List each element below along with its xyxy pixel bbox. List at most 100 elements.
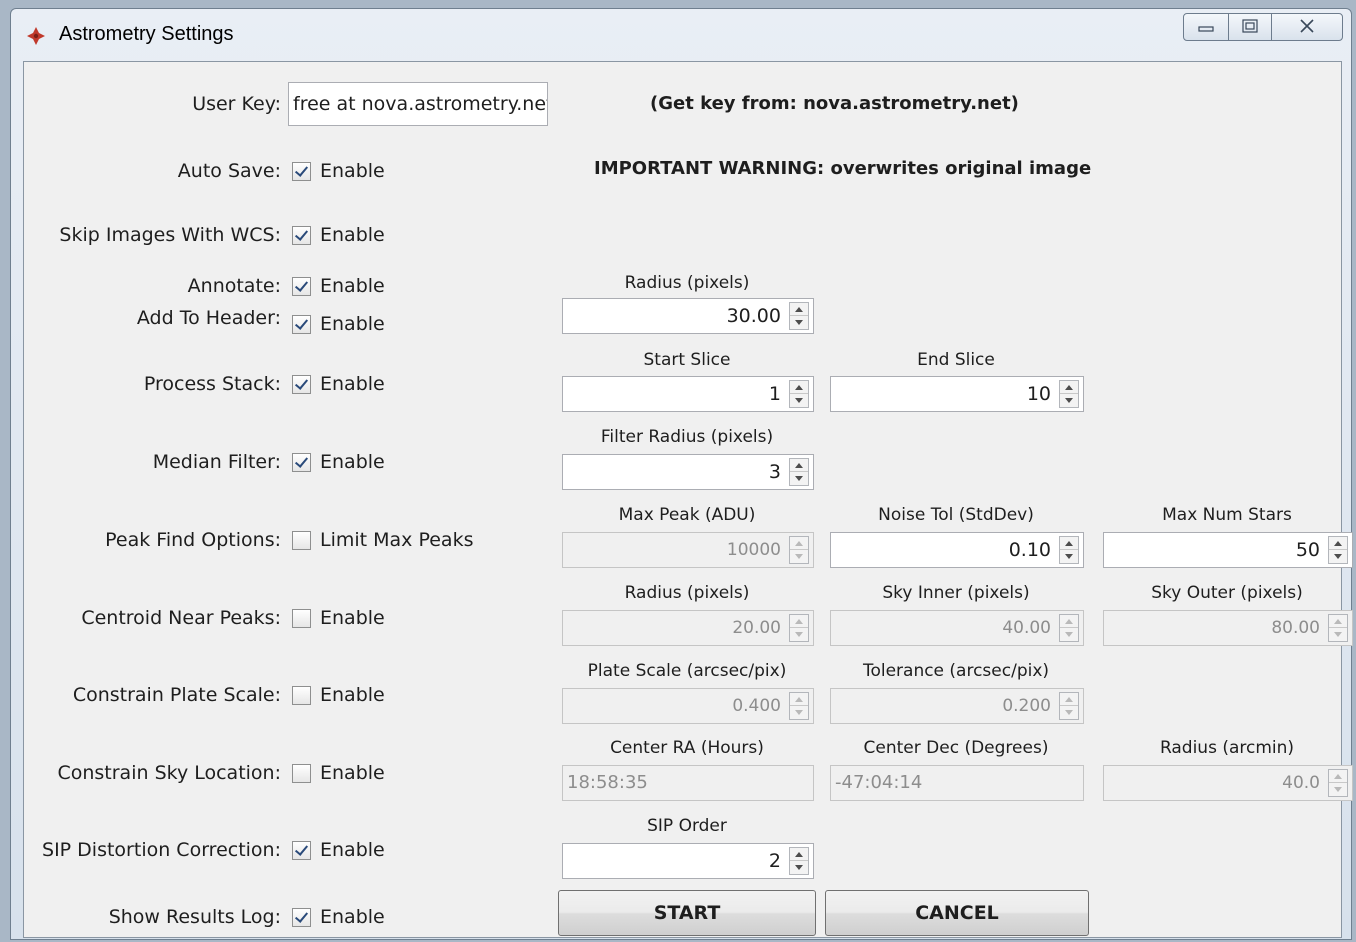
- noise-tol-title: Noise Tol (StdDev): [878, 505, 1034, 525]
- spinner-up-icon[interactable]: [790, 693, 808, 706]
- spinner-up-icon[interactable]: [1329, 615, 1347, 628]
- max-stars-value[interactable]: 50: [1108, 533, 1320, 567]
- sip-checkbox-label[interactable]: Enable: [320, 838, 385, 862]
- spinner-down-icon[interactable]: [790, 394, 808, 407]
- sip-order-spinner[interactable]: 2: [562, 843, 814, 879]
- spinner-down-icon[interactable]: [1329, 628, 1347, 641]
- process-stack-checkbox[interactable]: [292, 375, 311, 394]
- sip-checkbox[interactable]: [292, 841, 311, 860]
- noise-tol-spinner[interactable]: 0.10: [830, 532, 1084, 568]
- sky-inner-spinner[interactable]: 40.00: [830, 610, 1084, 646]
- plate-scale-spinner[interactable]: 0.400: [562, 688, 814, 724]
- sky-radius-value[interactable]: 40.0: [1108, 766, 1320, 800]
- spinner-up-icon[interactable]: [790, 303, 808, 316]
- add-header-checkbox-label[interactable]: Enable: [320, 312, 385, 336]
- noise-tol-value[interactable]: 0.10: [835, 533, 1051, 567]
- plate-scale-label: Constrain Plate Scale:: [72, 684, 281, 706]
- median-filter-checkbox[interactable]: [292, 453, 311, 472]
- end-slice-value[interactable]: 10: [835, 377, 1051, 411]
- end-slice-spinner[interactable]: 10: [830, 376, 1084, 412]
- auto-save-checkbox[interactable]: [292, 162, 311, 181]
- max-stars-spinner[interactable]: 50: [1103, 532, 1353, 568]
- tolerance-spinner[interactable]: 0.200: [830, 688, 1084, 724]
- limit-max-peaks-checkbox[interactable]: [292, 531, 311, 550]
- centroid-checkbox[interactable]: [292, 609, 311, 628]
- spinner-up-icon[interactable]: [1329, 770, 1347, 783]
- spinner-up-icon[interactable]: [790, 459, 808, 472]
- cancel-button[interactable]: CANCEL: [825, 890, 1089, 936]
- tolerance-value[interactable]: 0.200: [835, 689, 1051, 723]
- spinner-up-icon[interactable]: [1329, 537, 1347, 550]
- sky-location-checkbox[interactable]: [292, 764, 311, 783]
- spinner-down-icon[interactable]: [1060, 706, 1078, 719]
- max-peak-title: Max Peak (ADU): [618, 505, 756, 525]
- annotate-radius-value[interactable]: 30.00: [567, 299, 781, 333]
- sky-location-label: Constrain Sky Location:: [57, 762, 281, 784]
- spinner-up-icon[interactable]: [1060, 693, 1078, 706]
- spinner-down-icon[interactable]: [790, 861, 808, 874]
- sky-inner-value[interactable]: 40.00: [835, 611, 1051, 645]
- spinner-down-icon[interactable]: [790, 550, 808, 563]
- spinner-down-icon[interactable]: [1329, 550, 1347, 563]
- annotate-checkbox[interactable]: [292, 277, 311, 296]
- spinner-up-icon[interactable]: [790, 848, 808, 861]
- plate-scale-value[interactable]: 0.400: [567, 689, 781, 723]
- center-ra-input[interactable]: 18:58:35: [562, 765, 814, 801]
- spinner-down-icon[interactable]: [790, 628, 808, 641]
- process-stack-checkbox-label[interactable]: Enable: [320, 372, 385, 396]
- spinner-down-icon[interactable]: [1060, 628, 1078, 641]
- spinner-down-icon[interactable]: [1060, 394, 1078, 407]
- auto-save-checkbox-label[interactable]: Enable: [320, 159, 385, 183]
- limit-max-peaks-checkbox-label[interactable]: Limit Max Peaks: [320, 528, 473, 552]
- overwrite-warning: IMPORTANT WARNING: overwrites original i…: [594, 158, 1092, 179]
- spinner-down-icon[interactable]: [790, 706, 808, 719]
- start-button[interactable]: START: [558, 890, 816, 936]
- sky-outer-spinner[interactable]: 80.00: [1103, 610, 1353, 646]
- sky-radius-spinner[interactable]: 40.0: [1103, 765, 1353, 801]
- centroid-radius-spinner[interactable]: 20.00: [562, 610, 814, 646]
- start-slice-spinner[interactable]: 1: [562, 376, 814, 412]
- add-header-checkbox[interactable]: [292, 315, 311, 334]
- spinner-up-icon[interactable]: [790, 615, 808, 628]
- center-dec-input[interactable]: -47:04:14: [830, 765, 1084, 801]
- annotate-checkbox-label[interactable]: Enable: [320, 274, 385, 298]
- spinner-down-icon[interactable]: [790, 472, 808, 485]
- spinner-up-icon[interactable]: [1060, 537, 1078, 550]
- spinner-up-icon[interactable]: [790, 381, 808, 394]
- title-bar[interactable]: Astrometry Settings: [11, 9, 1351, 61]
- median-filter-label: Median Filter:: [152, 451, 281, 473]
- spinner-up-icon[interactable]: [790, 537, 808, 550]
- skip-wcs-checkbox[interactable]: [292, 226, 311, 245]
- sky-outer-value[interactable]: 80.00: [1108, 611, 1320, 645]
- skip-wcs-checkbox-label[interactable]: Enable: [320, 223, 385, 247]
- results-log-checkbox[interactable]: [292, 908, 311, 927]
- annotate-radius-spinner[interactable]: 30.00: [562, 298, 814, 334]
- median-filter-checkbox-label[interactable]: Enable: [320, 450, 385, 474]
- plate-scale-checkbox[interactable]: [292, 686, 311, 705]
- plate-scale-checkbox-label[interactable]: Enable: [320, 683, 385, 707]
- filter-radius-spinner[interactable]: 3: [562, 454, 814, 490]
- spinner-up-icon[interactable]: [1060, 381, 1078, 394]
- sip-order-value[interactable]: 2: [567, 844, 781, 878]
- start-slice-title: Start Slice: [643, 350, 731, 370]
- spinner-down-icon[interactable]: [1060, 550, 1078, 563]
- results-log-checkbox-label[interactable]: Enable: [320, 905, 385, 929]
- peak-find-label: Peak Find Options:: [105, 529, 281, 551]
- user-key-input[interactable]: free at nova.astrometry.net: [288, 82, 548, 126]
- sky-location-checkbox-label[interactable]: Enable: [320, 761, 385, 785]
- auto-save-label: Auto Save:: [177, 160, 281, 182]
- spinner-down-icon[interactable]: [1329, 783, 1347, 796]
- sky-inner-title: Sky Inner (pixels): [882, 583, 1030, 603]
- minimize-button[interactable]: [1183, 13, 1229, 41]
- max-peak-spinner[interactable]: 10000: [562, 532, 814, 568]
- centroid-radius-value[interactable]: 20.00: [567, 611, 781, 645]
- spinner-down-icon[interactable]: [790, 316, 808, 329]
- close-button[interactable]: [1271, 13, 1343, 41]
- filter-radius-value[interactable]: 3: [567, 455, 781, 489]
- maximize-button[interactable]: [1228, 13, 1272, 41]
- spinner-up-icon[interactable]: [1060, 615, 1078, 628]
- max-peak-value[interactable]: 10000: [567, 533, 781, 567]
- centroid-checkbox-label[interactable]: Enable: [320, 606, 385, 630]
- start-slice-value[interactable]: 1: [567, 377, 781, 411]
- end-slice-title: End Slice: [917, 350, 995, 370]
